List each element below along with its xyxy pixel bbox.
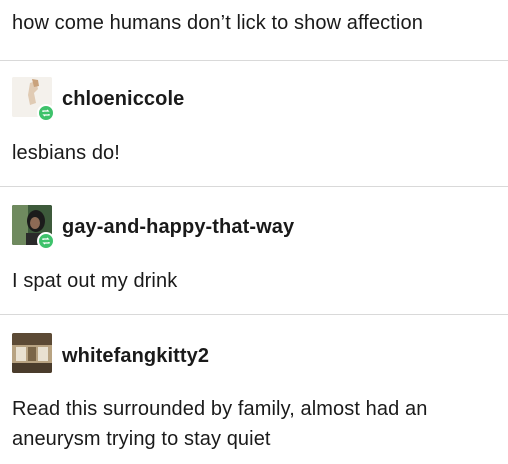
reply-text-line-2: aneurysm trying to stay quiet xyxy=(12,428,271,450)
reply-text-line-1: Read this surrounded by family, almost h… xyxy=(12,398,428,420)
divider xyxy=(0,186,508,187)
username-link[interactable]: whitefangkitty2 xyxy=(62,345,209,368)
username-link[interactable]: gay-and-happy-that-way xyxy=(62,216,294,239)
reply-text: lesbians do! xyxy=(12,142,120,164)
reblog-icon xyxy=(37,104,55,122)
divider xyxy=(0,60,508,61)
reply-text: I spat out my drink xyxy=(12,270,178,292)
avatar[interactable] xyxy=(12,333,52,373)
avatar-image xyxy=(12,333,52,373)
username-link[interactable]: chloeniccole xyxy=(62,88,184,111)
divider xyxy=(0,314,508,315)
original-post-text: how come humans don’t lick to show affec… xyxy=(12,12,423,34)
reblog-icon xyxy=(37,232,55,250)
